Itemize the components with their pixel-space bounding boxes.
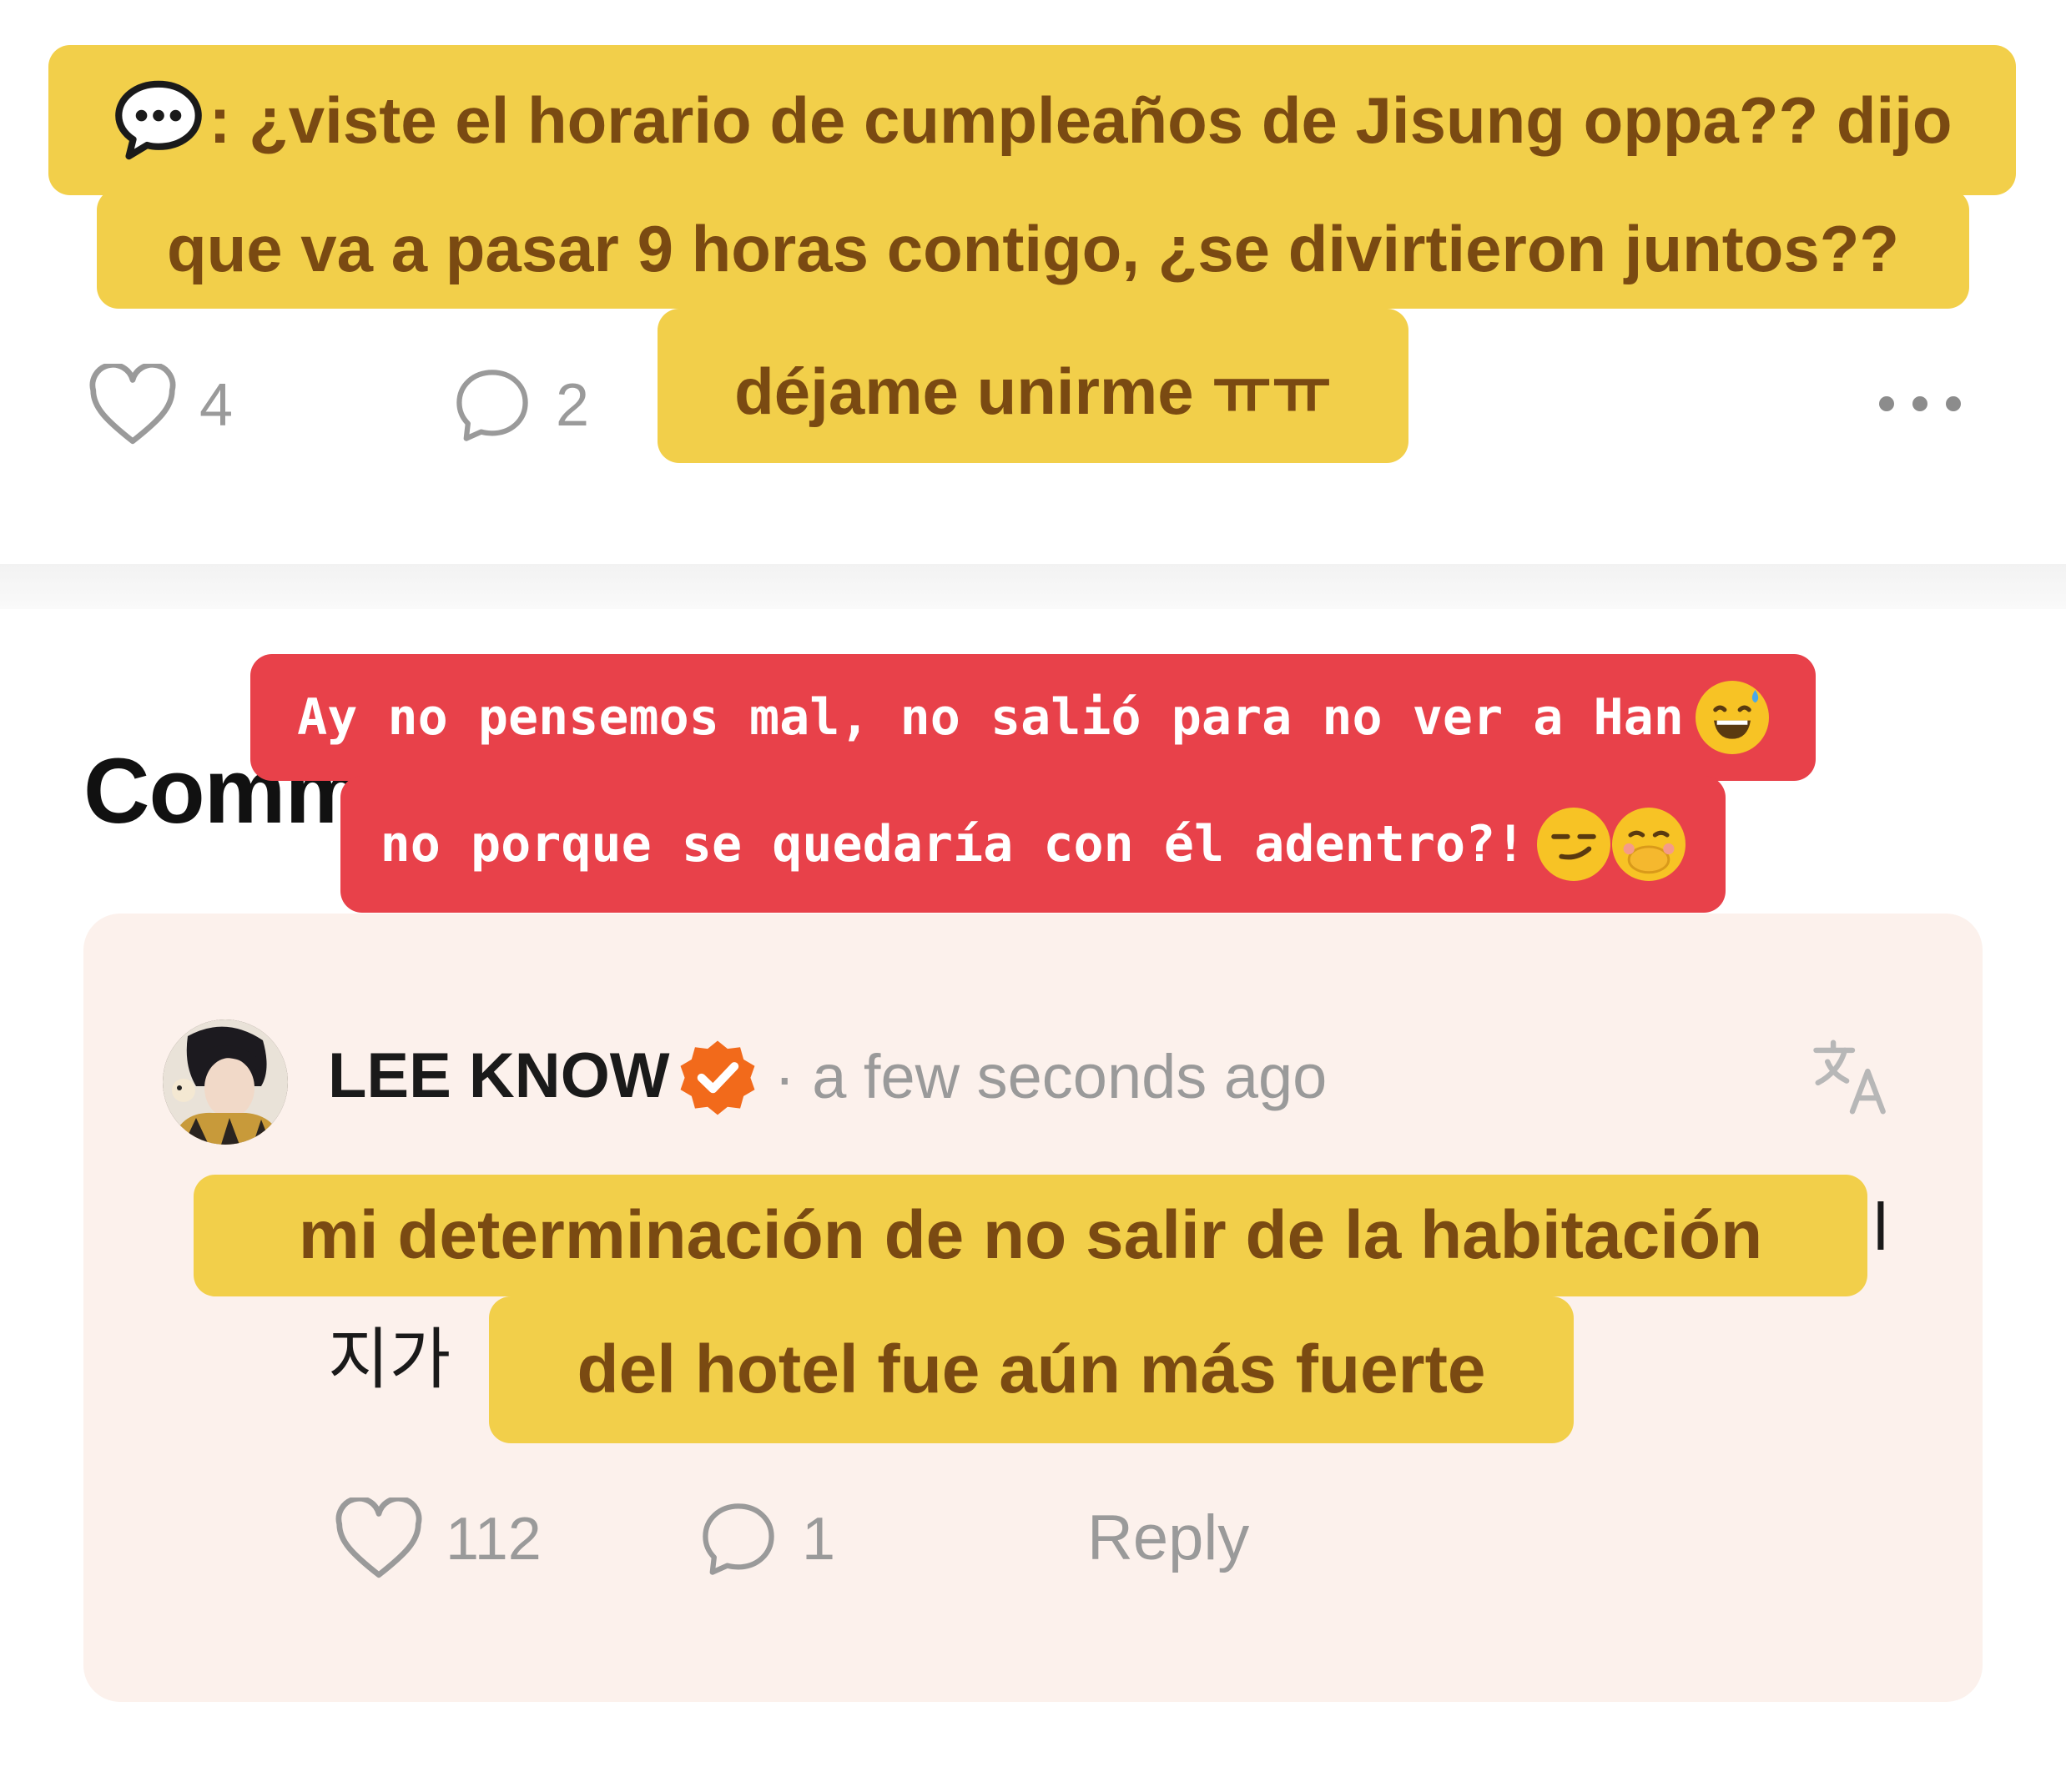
smirk-emoji-icon bbox=[1537, 808, 1611, 881]
caption-text-line-1: : ¿viste el horario de cumpleaños de Jis… bbox=[209, 83, 1953, 157]
sweat-smile-emoji-icon bbox=[1695, 681, 1769, 754]
reply-button[interactable]: Reply bbox=[1087, 1502, 1249, 1574]
caption-line-1: : ¿viste el horario de cumpleaños de Jis… bbox=[48, 45, 2016, 195]
comment-caption-line-1: mi determinación de no salir de la habit… bbox=[194, 1175, 1867, 1296]
section-divider bbox=[0, 564, 2066, 609]
comment-like-button[interactable]: 112 bbox=[334, 1498, 542, 1581]
more-dot-icon bbox=[1946, 396, 1961, 411]
more-dot-icon bbox=[1912, 396, 1927, 411]
red-caption-text-line-1: Ay no pensemos mal, no salió para no ver… bbox=[297, 688, 1684, 747]
hand-over-mouth-emoji-icon bbox=[1612, 808, 1686, 881]
verified-badge-icon bbox=[680, 1040, 755, 1115]
comment-reply-count-button[interactable]: 1 bbox=[697, 1498, 835, 1581]
caption-text-line-2: que va a pasar 9 horas contigo, ¿se divi… bbox=[166, 211, 1900, 285]
post-like-count: 4 bbox=[199, 372, 234, 439]
red-caption-line-2: no porque se quedaría con él adentro?! bbox=[340, 776, 1726, 913]
comment-caption-line-2: del hotel fue aún más fuerte bbox=[489, 1296, 1574, 1443]
speech-bubble-icon bbox=[114, 80, 202, 160]
post-comment-button[interactable]: 2 bbox=[451, 364, 589, 447]
red-caption-line-1: Ay no pensemos mal, no salió para no ver… bbox=[250, 654, 1816, 781]
more-dot-icon bbox=[1879, 396, 1894, 411]
comment-text-korean-edge: l bbox=[1873, 1190, 1888, 1264]
comment-bubble-icon bbox=[456, 370, 528, 441]
post-comment-count: 2 bbox=[556, 372, 590, 439]
translate-icon[interactable] bbox=[1806, 1031, 1898, 1123]
comment-caption-text-line-2: del hotel fue aún más fuerte bbox=[577, 1331, 1486, 1407]
caption-line-2: que va a pasar 9 horas contigo, ¿se divi… bbox=[97, 189, 1969, 309]
comment-author[interactable]: LEE KNOW bbox=[328, 1039, 670, 1112]
caption-text-line-3: déjame unirme ㅠㅠ bbox=[734, 354, 1332, 428]
red-caption-text-line-2: no porque se quedaría con él adentro?! bbox=[380, 815, 1526, 873]
comment-bubble-icon bbox=[703, 1503, 774, 1575]
comment-text-korean: 지가 bbox=[328, 1322, 451, 1397]
post-like-button[interactable]: 4 bbox=[88, 364, 233, 447]
comment-caption-text-line-1: mi determinación de no salir de la habit… bbox=[298, 1197, 1763, 1273]
comment-like-count: 112 bbox=[446, 1506, 542, 1573]
comment-timestamp: · a few seconds ago bbox=[774, 1042, 1328, 1111]
comment-reply-count: 1 bbox=[802, 1506, 836, 1573]
more-options-button[interactable] bbox=[1879, 396, 1961, 411]
caption-line-3: déjame unirme ㅠㅠ bbox=[658, 309, 1408, 463]
avatar-photo bbox=[163, 1019, 288, 1145]
avatar[interactable] bbox=[163, 1019, 288, 1145]
heart-icon bbox=[335, 1498, 422, 1578]
heart-icon bbox=[89, 364, 176, 445]
